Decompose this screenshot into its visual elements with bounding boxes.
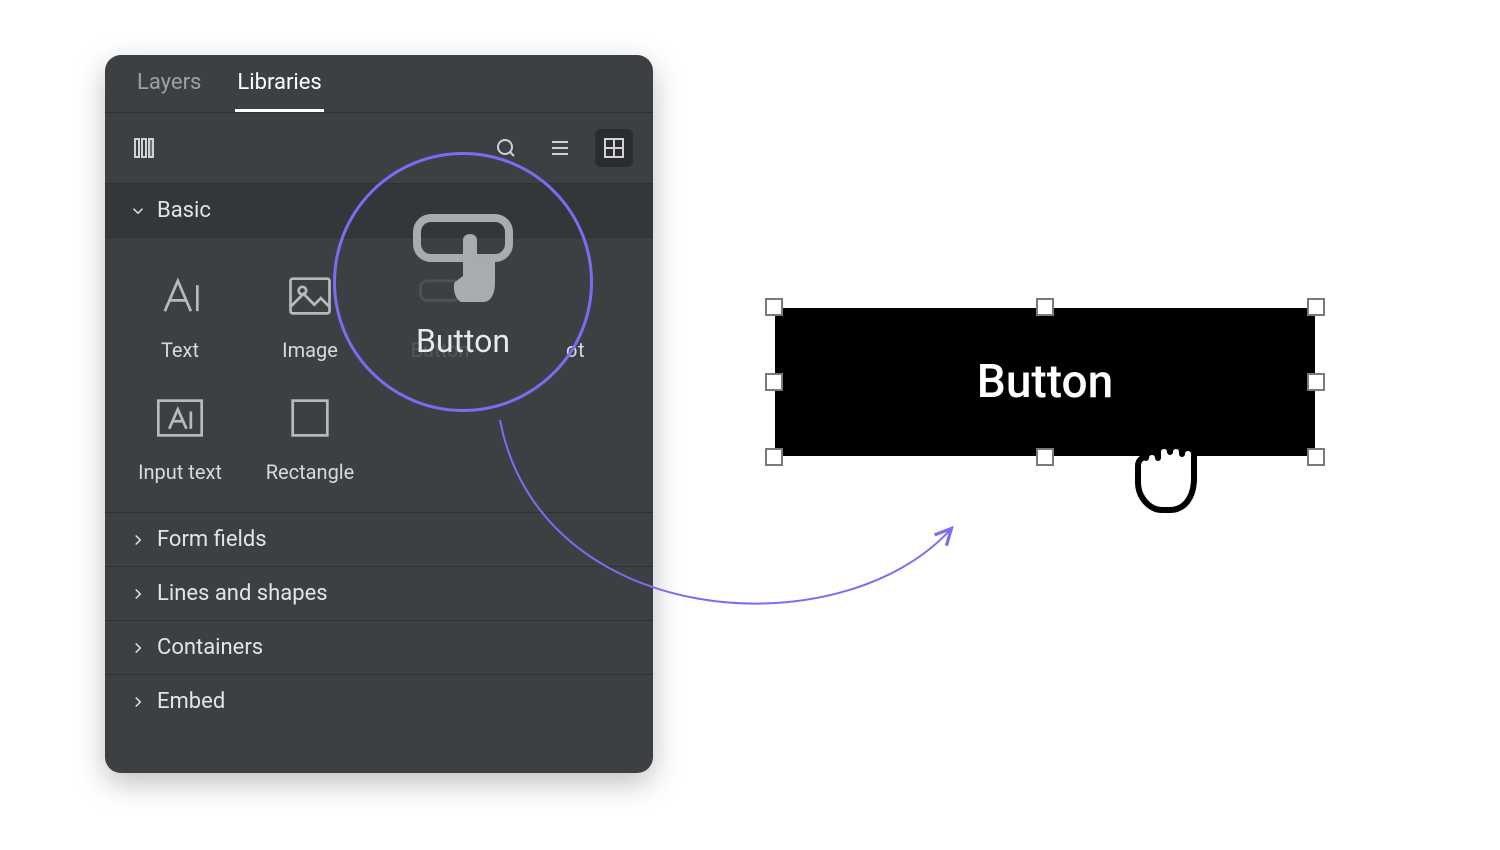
section-label: Containers bbox=[157, 635, 263, 660]
resize-handle-bl[interactable] bbox=[765, 448, 783, 466]
resize-handle-tr[interactable] bbox=[1307, 298, 1325, 316]
text-icon bbox=[115, 268, 245, 324]
component-image[interactable]: Image bbox=[245, 258, 375, 380]
tab-libraries[interactable]: Libraries bbox=[235, 70, 323, 112]
chevron-right-icon bbox=[129, 585, 147, 603]
resize-handle-bm[interactable] bbox=[1036, 448, 1054, 466]
chevron-right-icon bbox=[129, 531, 147, 549]
grid-view-icon[interactable] bbox=[595, 129, 633, 167]
hotspot-icon bbox=[505, 268, 595, 324]
section-containers[interactable]: Containers bbox=[105, 620, 653, 674]
resize-handle-tl[interactable] bbox=[765, 298, 783, 316]
section-lines-shapes[interactable]: Lines and shapes bbox=[105, 566, 653, 620]
section-label: Embed bbox=[157, 689, 225, 714]
basic-components: Text Image Butt bbox=[105, 238, 653, 512]
section-embed[interactable]: Embed bbox=[105, 674, 653, 728]
chevron-right-icon bbox=[129, 639, 147, 657]
resize-handle-br[interactable] bbox=[1307, 448, 1325, 466]
libraries-panel: Layers Libraries bbox=[105, 55, 653, 773]
rectangle-icon bbox=[245, 390, 375, 446]
component-hotspot[interactable]: ot bbox=[505, 258, 595, 380]
chevron-down-icon bbox=[129, 202, 147, 220]
component-button[interactable]: Button bbox=[375, 258, 505, 380]
component-label: Text bbox=[115, 338, 245, 362]
component-label: Input text bbox=[115, 460, 245, 484]
canvas-button[interactable]: Button bbox=[775, 308, 1315, 456]
section-label: Lines and shapes bbox=[157, 581, 328, 606]
resize-handle-tm[interactable] bbox=[1036, 298, 1054, 316]
component-label: ot bbox=[505, 338, 595, 362]
component-label: Button bbox=[375, 338, 505, 362]
component-label: Rectangle bbox=[245, 460, 375, 484]
resize-handle-mr[interactable] bbox=[1307, 373, 1325, 391]
component-label: Image bbox=[245, 338, 375, 362]
component-input-text[interactable]: Input text bbox=[115, 380, 245, 502]
panel-toolbar bbox=[105, 113, 653, 183]
collapsed-sections: Form fields Lines and shapes Containers … bbox=[105, 512, 653, 728]
component-rectangle[interactable]: Rectangle bbox=[245, 380, 375, 502]
list-view-icon[interactable] bbox=[541, 129, 579, 167]
component-text[interactable]: Text bbox=[115, 258, 245, 380]
resize-handle-ml[interactable] bbox=[765, 373, 783, 391]
button-icon bbox=[375, 268, 505, 324]
panel-tabs: Layers Libraries bbox=[105, 55, 653, 113]
input-text-icon bbox=[115, 390, 245, 446]
canvas-button-label: Button bbox=[977, 355, 1113, 409]
chevron-right-icon bbox=[129, 693, 147, 711]
tab-layers[interactable]: Layers bbox=[135, 70, 203, 112]
search-icon[interactable] bbox=[487, 129, 525, 167]
image-icon bbox=[245, 268, 375, 324]
section-label: Form fields bbox=[157, 527, 267, 552]
library-source-icon[interactable] bbox=[125, 129, 163, 167]
canvas-button-selection[interactable]: Button bbox=[765, 298, 1325, 466]
section-label: Basic bbox=[157, 198, 211, 223]
section-basic[interactable]: Basic bbox=[105, 183, 653, 238]
section-form-fields[interactable]: Form fields bbox=[105, 512, 653, 566]
